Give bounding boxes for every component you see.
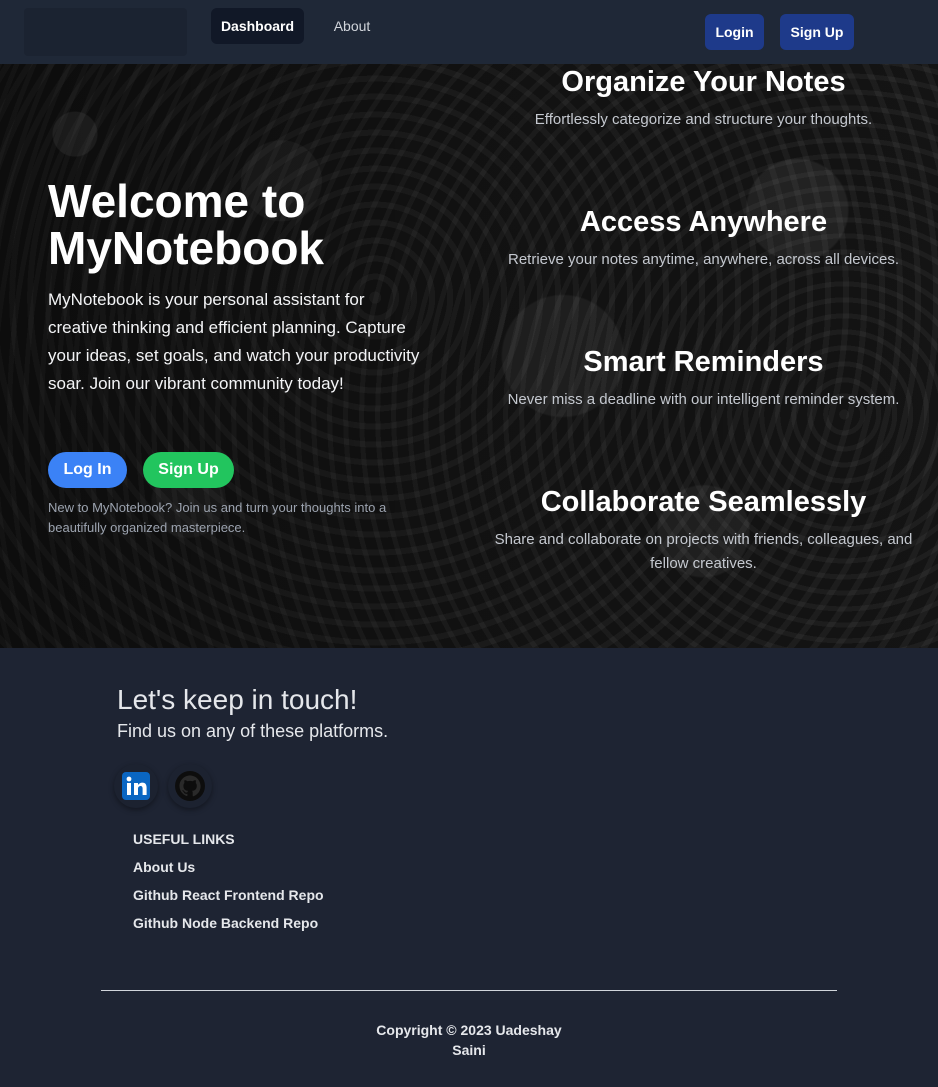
hero-section: Welcome to MyNotebook MyNotebook is your…	[0, 64, 938, 648]
link-frontend-repo[interactable]: Github React Frontend Repo	[133, 887, 324, 903]
feature-title: Organize Your Notes	[561, 66, 846, 98]
brand-logo[interactable]	[24, 8, 187, 56]
nav-signup-button[interactable]: Sign Up	[780, 14, 854, 50]
useful-links-heading: USEFUL LINKS	[133, 831, 235, 847]
nav-login-button[interactable]: Login	[705, 14, 764, 50]
hero-title: Welcome to MyNotebook	[48, 175, 324, 274]
navbar: Dashboard About Login Sign Up	[0, 0, 938, 64]
github-icon	[175, 771, 205, 801]
feature-access: Access Anywhere Retrieve your notes anyt…	[469, 204, 938, 272]
hero-note: New to MyNotebook? Join us and turn your…	[48, 500, 387, 535]
feature-organize: Organize Your Notes Effortlessly categor…	[469, 64, 938, 132]
feature-text: Effortlessly categorize and structure yo…	[534, 111, 873, 128]
footer-title: Let's keep in touch!	[117, 684, 358, 715]
feature-title: Smart Reminders	[583, 346, 824, 378]
feature-title: Access Anywhere	[579, 206, 828, 238]
feature-text: Never miss a deadline with our intellige…	[507, 391, 900, 408]
link-backend-repo[interactable]: Github Node Backend Repo	[133, 915, 318, 931]
feature-collaborate: Collaborate Seamlessly Share and collabo…	[469, 484, 938, 576]
hero-login-button[interactable]: Log In	[48, 452, 127, 488]
footer-subtitle: Find us on any of these platforms.	[117, 721, 389, 741]
hero-signup-button[interactable]: Sign Up	[143, 452, 234, 488]
github-button[interactable]	[168, 764, 212, 808]
linkedin-button[interactable]	[114, 764, 158, 808]
nav-about-link[interactable]: About	[320, 8, 384, 44]
linkedin-icon	[122, 772, 150, 800]
feature-text: Retrieve your notes anytime, anywhere, a…	[507, 251, 899, 268]
footer-divider	[101, 990, 837, 991]
copyright-text: Copyright © 2023 Uadeshay Saini	[376, 1022, 562, 1058]
nav-dashboard-link[interactable]: Dashboard	[211, 8, 304, 44]
link-about-us[interactable]: About Us	[133, 859, 195, 875]
feature-text: Share and collaborate on projects with f…	[494, 531, 913, 572]
feature-title: Collaborate Seamlessly	[540, 486, 867, 518]
feature-reminders: Smart Reminders Never miss a deadline wi…	[469, 344, 938, 412]
hero-description: MyNotebook is your personal assistant fo…	[48, 290, 420, 393]
